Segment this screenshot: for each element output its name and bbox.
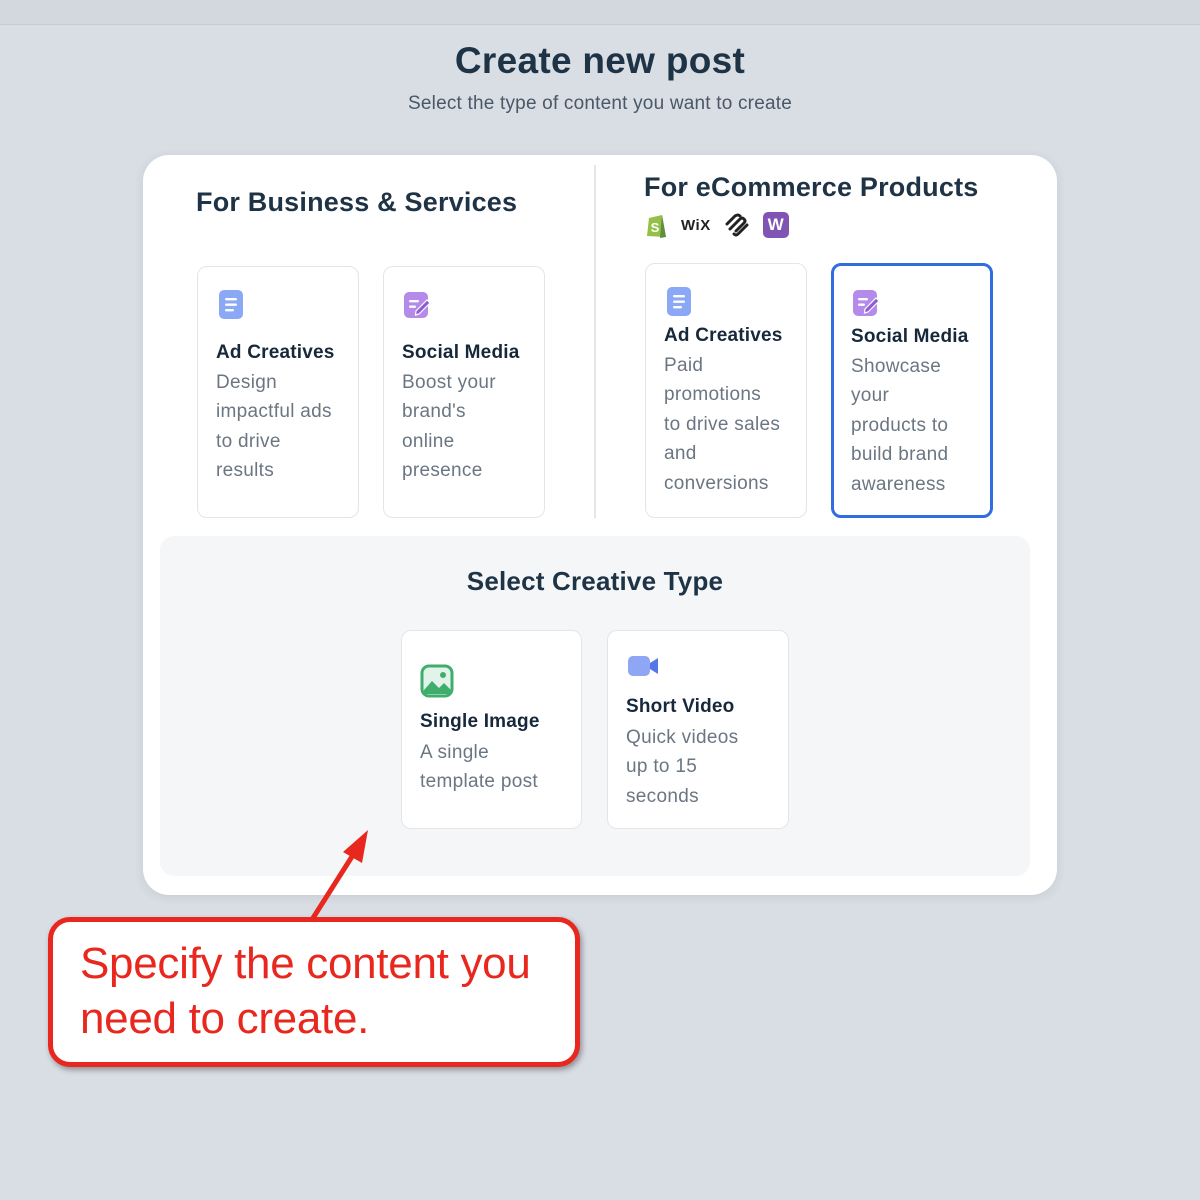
squarespace-logo bbox=[725, 213, 749, 237]
card-title: Ad Creatives bbox=[664, 325, 783, 346]
platform-logos: S WiX W bbox=[645, 211, 789, 239]
card-title: Social Media bbox=[851, 326, 969, 347]
wix-logo: WiX bbox=[681, 216, 711, 234]
card-title: Ad Creatives bbox=[216, 342, 335, 363]
edit-icon bbox=[853, 290, 880, 316]
creative-type-title: Select Creative Type bbox=[466, 566, 724, 596]
card-description: Quick videos up to 15 seconds bbox=[626, 727, 739, 807]
page-title: Create new post bbox=[454, 40, 746, 81]
document-icon bbox=[667, 287, 691, 316]
card-description: Boost your brand's online presence bbox=[402, 372, 496, 482]
card-title: Short Video bbox=[626, 696, 735, 717]
card-description: Design impactful ads to drive results bbox=[216, 372, 332, 482]
business-ad-creatives-card[interactable]: Ad Creatives Design impactful ads to dri… bbox=[197, 266, 359, 518]
business-section-title: For Business & Services bbox=[196, 187, 518, 217]
card-description: Showcase your products to build brand aw… bbox=[851, 356, 949, 495]
card-title: Social Media bbox=[402, 342, 520, 363]
business-social-media-card[interactable]: Social Media Boost your brand's online p… bbox=[383, 266, 545, 518]
ecommerce-social-media-card[interactable]: Social Media Showcase your products to b… bbox=[831, 263, 993, 518]
edit-icon bbox=[404, 292, 431, 318]
document-icon bbox=[219, 290, 243, 319]
page-subtitle: Select the type of content you want to c… bbox=[408, 93, 792, 114]
video-camera-icon bbox=[628, 656, 658, 676]
svg-text:S: S bbox=[651, 220, 660, 235]
ecommerce-ad-creatives-card[interactable]: Ad Creatives Paid promotions to drive sa… bbox=[645, 263, 807, 518]
card-description: A single template post bbox=[420, 742, 538, 793]
top-bar bbox=[0, 0, 1200, 25]
image-icon bbox=[420, 664, 454, 698]
woocommerce-logo: W bbox=[762, 212, 789, 238]
single-image-card[interactable]: Single Image A single template post bbox=[401, 630, 582, 829]
ecommerce-section-title: For eCommerce Products bbox=[644, 172, 979, 202]
callout-text: Specify the content you need to create. bbox=[80, 939, 531, 1043]
annotation-callout: Specify the content you need to create. bbox=[48, 917, 580, 1067]
shopify-logo: S bbox=[647, 215, 666, 238]
card-title: Single Image bbox=[420, 711, 540, 732]
short-video-card[interactable]: Short Video Quick videos up to 15 second… bbox=[607, 630, 789, 829]
card-description: Paid promotions to drive sales and conve… bbox=[664, 355, 781, 494]
section-divider bbox=[594, 165, 596, 518]
